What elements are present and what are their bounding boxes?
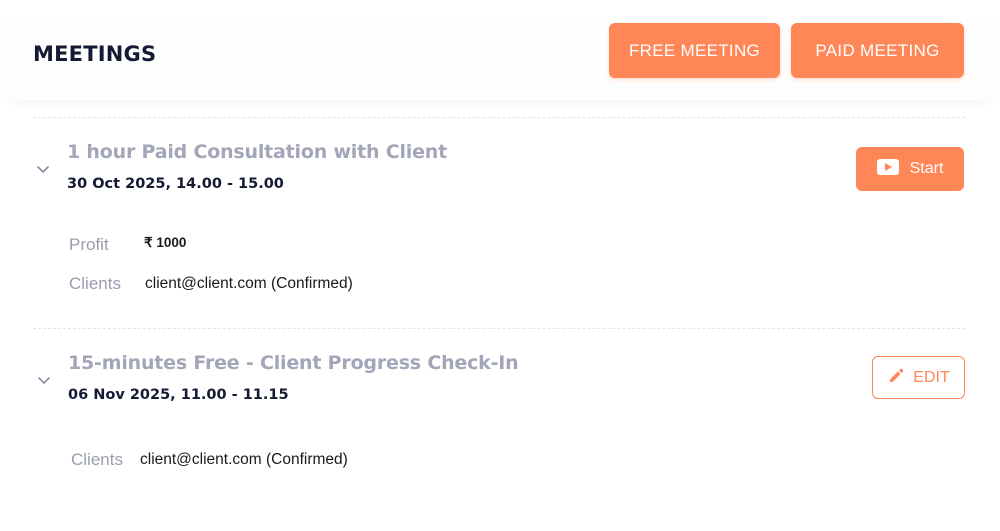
meeting-title: 15-minutes Free - Client Progress Check-… xyxy=(68,352,519,374)
divider xyxy=(33,117,965,118)
clients-label: Clients xyxy=(69,274,121,293)
divider xyxy=(33,328,965,329)
meeting-title: 1 hour Paid Consultation with Client xyxy=(67,141,448,163)
pencil-icon xyxy=(887,366,905,389)
chevron-down-icon[interactable] xyxy=(36,372,52,388)
page-header: MEETINGS FREE MEETING PAID MEETING xyxy=(0,0,1000,100)
start-meeting-button[interactable]: Start xyxy=(856,147,964,191)
edit-meeting-button[interactable]: EDIT xyxy=(872,356,965,399)
page-title: MEETINGS xyxy=(33,42,157,66)
free-meeting-button[interactable]: FREE MEETING xyxy=(609,23,780,78)
clients-value: client@client.com (Confirmed) xyxy=(140,451,348,468)
clients-value: client@client.com (Confirmed) xyxy=(145,275,353,292)
meeting-datetime: 06 Nov 2025, 11.00 - 11.15 xyxy=(68,387,289,403)
profit-value: ₹ 1000 xyxy=(144,235,187,250)
video-play-icon xyxy=(876,158,899,180)
paid-meeting-button[interactable]: PAID MEETING xyxy=(791,23,964,78)
profit-label: Profit xyxy=(69,235,109,254)
meeting-datetime: 30 Oct 2025, 14.00 - 15.00 xyxy=(67,176,284,192)
edit-button-label: EDIT xyxy=(913,368,950,386)
start-button-label: Start xyxy=(909,160,944,177)
chevron-down-icon[interactable] xyxy=(35,161,51,177)
clients-label: Clients xyxy=(71,450,123,469)
